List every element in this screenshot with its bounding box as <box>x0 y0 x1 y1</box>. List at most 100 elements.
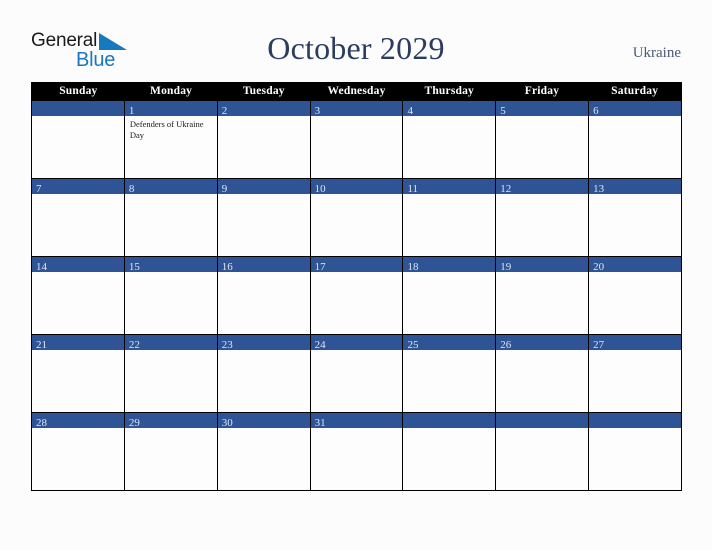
calendar-day-cell[interactable]: 18 <box>403 257 497 334</box>
day-number: 24 <box>314 339 326 351</box>
calendar-day-cell[interactable]: 24 <box>310 335 404 412</box>
calendar-day-cell[interactable]: 20 <box>589 257 682 334</box>
day-number-band <box>32 101 124 116</box>
calendar-day-cell[interactable]: 4 <box>403 101 497 178</box>
day-number: 16 <box>221 261 233 273</box>
day-number-band: 20 <box>589 257 682 273</box>
day-number: 18 <box>407 261 419 273</box>
country-label: Ukraine <box>632 45 681 61</box>
calendar-day-cell[interactable]: 14 <box>32 257 125 334</box>
weekday-header-thursday: Thursday <box>424 85 474 97</box>
day-number-band: 7 <box>32 179 124 195</box>
calendar-week-row: 7 8 9 10 11 12 13 <box>32 178 682 256</box>
day-number-band: 5 <box>496 101 589 117</box>
day-number-band: 16 <box>217 257 310 273</box>
calendar-day-cell[interactable]: 27 <box>589 335 682 412</box>
day-number-band: 9 <box>217 179 310 195</box>
calendar-day-cell[interactable]: 13 <box>589 179 682 256</box>
weekday-header-monday: Monday <box>150 85 193 97</box>
day-number: 26 <box>500 339 512 351</box>
calendar-day-cell[interactable] <box>32 101 125 178</box>
day-number: 30 <box>221 417 233 429</box>
calendar-day-cell[interactable]: 28 <box>32 413 125 490</box>
calendar-day-cell[interactable] <box>589 413 682 490</box>
day-number: 23 <box>221 339 233 351</box>
day-number: 14 <box>36 261 47 273</box>
day-number-band: 30 <box>217 413 310 429</box>
calendar-day-cell[interactable]: 2 <box>217 101 311 178</box>
calendar-day-cell[interactable] <box>403 413 497 490</box>
calendar-day-cell[interactable]: 23 <box>217 335 311 412</box>
weekday-header-saturday: Saturday <box>611 85 659 97</box>
calendar-grid: Sunday Monday Tuesday Wednesday Thursday… <box>31 82 682 491</box>
day-number-band: 26 <box>496 335 589 351</box>
day-number: 22 <box>128 339 140 351</box>
calendar-day-cell[interactable]: 26 <box>496 335 590 412</box>
day-number-band <box>496 413 589 428</box>
day-number-band: 24 <box>310 335 403 351</box>
calendar-day-cell[interactable]: 29 <box>124 413 218 490</box>
day-number: 2 <box>221 105 228 117</box>
calendar-week-row: 1 Defenders of Ukraine Day 2 3 4 5 6 <box>32 101 682 178</box>
day-number-band: 25 <box>403 335 496 351</box>
day-number: 31 <box>314 417 326 429</box>
day-number: 20 <box>593 261 605 273</box>
day-number-band: 28 <box>32 413 124 429</box>
weekday-header-row: Sunday Monday Tuesday Wednesday Thursday… <box>32 82 681 101</box>
day-number-band: 18 <box>403 257 496 273</box>
day-number-band: 31 <box>310 413 403 429</box>
calendar-week-row: 21 22 23 24 25 26 27 <box>32 334 682 412</box>
calendar-day-cell[interactable]: 5 <box>496 101 590 178</box>
calendar-weeks: 1 Defenders of Ukraine Day 2 3 4 5 6 7 8 9 10 11 12 1… <box>32 101 682 490</box>
calendar-day-cell[interactable]: 7 <box>32 179 125 256</box>
day-number-band <box>589 413 682 428</box>
calendar-day-cell[interactable] <box>496 413 590 490</box>
calendar-day-cell[interactable]: 31 <box>310 413 404 490</box>
calendar-day-cell[interactable]: 12 <box>496 179 590 256</box>
calendar-day-cell[interactable]: 10 <box>310 179 404 256</box>
calendar-day-cell[interactable]: 21 <box>32 335 125 412</box>
calendar-day-cell[interactable]: 22 <box>124 335 218 412</box>
day-number: 8 <box>128 183 135 195</box>
weekday-header-tuesday: Tuesday <box>242 85 285 97</box>
day-number-band <box>403 413 496 428</box>
day-number: 29 <box>128 417 140 429</box>
calendar-week-row: 28 29 30 31 <box>32 412 682 490</box>
calendar-day-cell[interactable]: 3 <box>310 101 404 178</box>
calendar-day-cell[interactable]: 6 <box>589 101 682 178</box>
day-number-band: 4 <box>403 101 496 117</box>
day-number: 11 <box>407 183 419 195</box>
calendar-day-cell[interactable]: 16 <box>217 257 311 334</box>
calendar-day-cell[interactable]: 8 <box>124 179 218 256</box>
day-number-band: 11 <box>403 179 496 195</box>
calendar-week-row: 14 15 16 17 18 19 20 <box>32 256 682 334</box>
calendar-day-cell[interactable]: 11 <box>403 179 497 256</box>
day-number: 6 <box>593 105 599 117</box>
page-header: General Blue October 2029 Ukraine <box>0 0 712 82</box>
day-number: 12 <box>500 183 512 195</box>
calendar-day-cell[interactable]: 17 <box>310 257 404 334</box>
day-number: 9 <box>221 183 228 195</box>
day-number: 3 <box>314 105 321 117</box>
day-number: 21 <box>36 339 47 351</box>
calendar-day-cell[interactable]: 9 <box>217 179 311 256</box>
day-number-band: 23 <box>217 335 310 351</box>
day-number-band: 12 <box>496 179 589 195</box>
calendar-day-cell[interactable]: 19 <box>496 257 590 334</box>
day-number: 4 <box>407 105 413 117</box>
day-number: 13 <box>593 183 605 195</box>
day-number-band: 14 <box>32 257 124 273</box>
day-event-list: Defenders of Ukraine Day <box>125 116 217 140</box>
day-number: 17 <box>314 261 326 273</box>
calendar-day-cell[interactable]: 25 <box>403 335 497 412</box>
day-number-band: 29 <box>124 413 217 429</box>
day-number: 27 <box>593 339 605 351</box>
calendar-day-cell[interactable]: 1 Defenders of Ukraine Day <box>124 101 218 178</box>
day-number-band: 1 <box>124 101 217 117</box>
day-number-band: 10 <box>310 179 403 195</box>
day-number-band: 17 <box>310 257 403 273</box>
day-number: 28 <box>36 417 47 429</box>
day-number: 1 <box>128 105 135 117</box>
calendar-day-cell[interactable]: 15 <box>124 257 218 334</box>
calendar-day-cell[interactable]: 30 <box>217 413 311 490</box>
